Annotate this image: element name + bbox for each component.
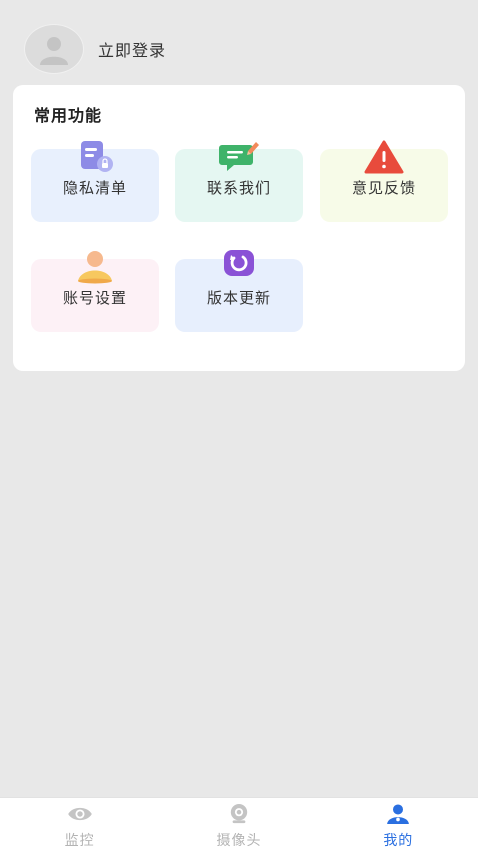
common-functions-card: 常用功能 隐私清单 联系我们 意见反馈 账号设置 版本更新 [13,85,465,371]
tab-label: 摄像头 [216,833,262,849]
tab-mine[interactable]: 我的 [319,798,478,850]
account-settings-button[interactable]: 账号设置 [31,251,159,332]
refresh-update-icon [224,250,254,276]
tab-monitor[interactable]: 监控 [0,798,159,850]
tile-label: 联系我们 [206,179,271,197]
bottom-tab-bar: 监控 摄像头 我的 [0,797,478,850]
login-link[interactable]: 立即登录 [98,37,166,61]
tab-camera[interactable]: 摄像头 [159,798,318,850]
avatar[interactable] [24,24,84,74]
version-update-button[interactable]: 版本更新 [175,250,303,332]
contact-chat-icon [219,142,259,171]
privacy-list-button[interactable]: 隐私清单 [31,141,159,222]
tab-label: 我的 [383,833,414,849]
privacy-list-icon [81,141,113,172]
tab-label: 监控 [64,833,95,849]
warning-triangle-icon [364,140,404,174]
profile-header[interactable]: 立即登录 [24,24,166,74]
user-profile-icon [387,804,410,824]
feedback-button[interactable]: 意见反馈 [320,140,448,222]
tile-label: 隐私清单 [62,179,127,197]
account-user-icon [78,251,112,284]
section-title: 常用功能 [34,106,103,125]
eye-icon [67,807,92,821]
contact-us-button[interactable]: 联系我们 [175,142,303,222]
tile-label: 版本更新 [206,289,271,307]
tile-label: 意见反馈 [351,179,416,197]
tile-label: 账号设置 [62,289,127,307]
default-avatar-icon [40,37,68,65]
camera-icon [230,804,248,824]
